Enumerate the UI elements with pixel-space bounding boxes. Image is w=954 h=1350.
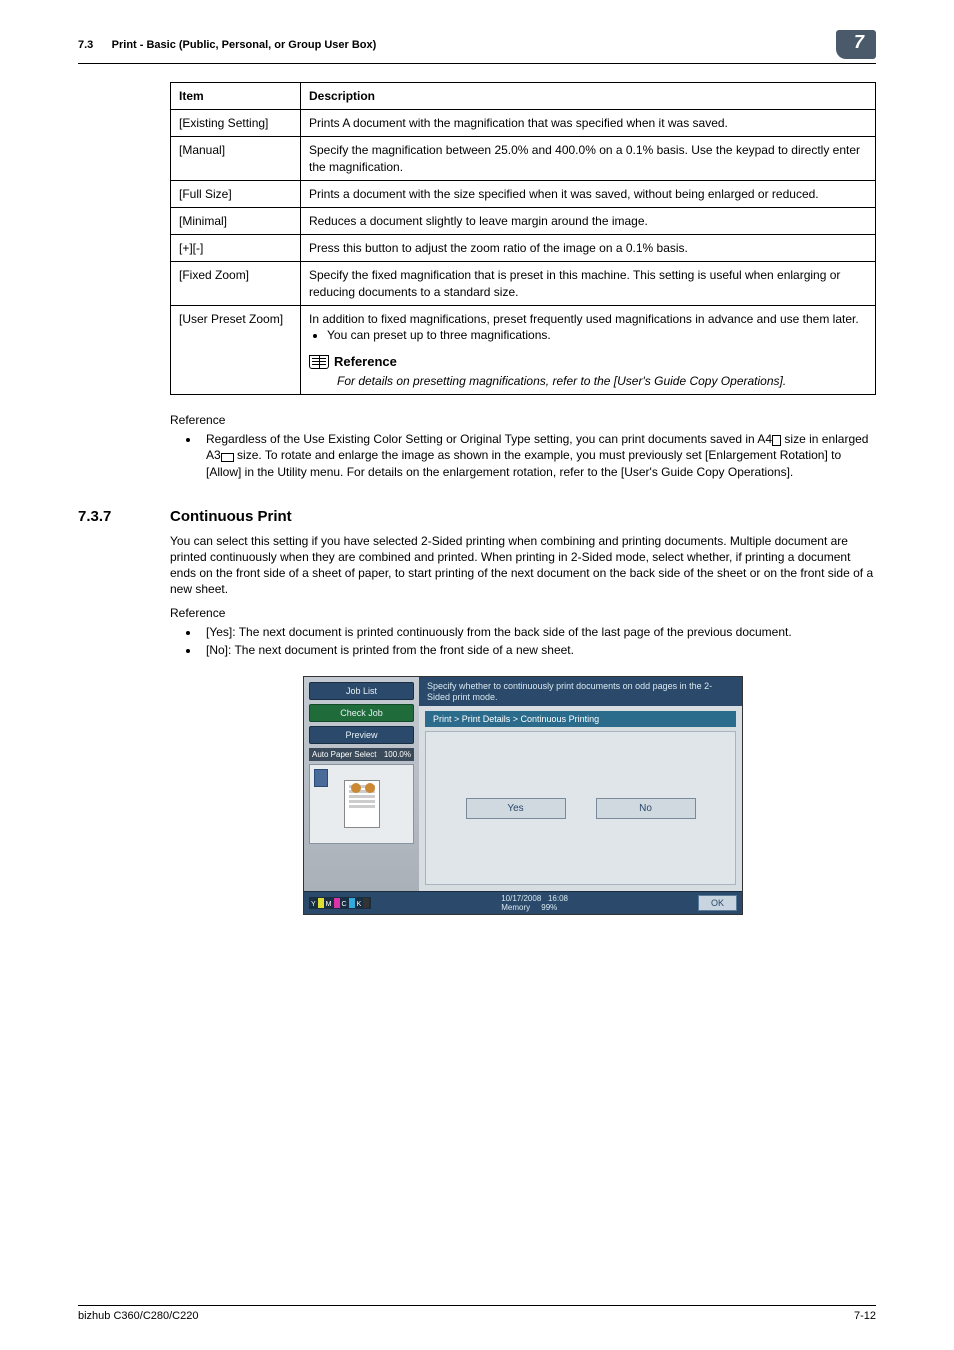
desc-bullet: You can preset up to three magnification… [327, 327, 867, 343]
reference-title: Reference [334, 353, 397, 371]
status-time: 16:08 [548, 894, 568, 903]
breadcrumb: Print > Print Details > Continuous Print… [425, 711, 736, 727]
table-row: [Full Size] Prints a document with the s… [171, 180, 876, 207]
status-center: 10/17/2008 16:08 Memory 99% [501, 894, 568, 912]
job-list-button[interactable]: Job List [309, 682, 414, 700]
desc-cell: Specify the magnification between 25.0% … [301, 137, 876, 180]
status-date: 10/17/2008 [501, 894, 541, 903]
stack-icon [314, 769, 328, 787]
reference-label: Reference [170, 413, 876, 427]
no-button[interactable]: No [596, 798, 696, 819]
desc-text: In addition to fixed magnifications, pre… [309, 312, 859, 326]
item-cell: [Existing Setting] [171, 110, 301, 137]
book-icon [309, 355, 329, 369]
item-cell: [Fixed Zoom] [171, 262, 301, 305]
table-row: [Manual] Specify the magnification betwe… [171, 137, 876, 180]
page-header: 7.3 Print - Basic (Public, Personal, or … [78, 30, 876, 64]
reference-item: Regardless of the Use Existing Color Set… [200, 431, 876, 480]
desc-cell: Specify the fixed magnification that is … [301, 262, 876, 305]
screenshot-sidebar: Job List Check Job Preview Auto Paper Se… [304, 677, 419, 891]
main-options-area: Yes No [425, 731, 736, 884]
portrait-icon [772, 435, 781, 446]
table-row: [Fixed Zoom] Specify the fixed magnifica… [171, 262, 876, 305]
zoom-settings-table: Item Description [Existing Setting] Prin… [170, 82, 876, 395]
item-cell: [Minimal] [171, 207, 301, 234]
table-header-item: Item [171, 83, 301, 110]
chapter-number-badge: 7 [836, 30, 876, 59]
header-section-number: 7.3 [78, 39, 93, 51]
yes-button[interactable]: Yes [466, 798, 566, 819]
memory-label: Memory [501, 903, 530, 912]
section-body: You can select this setting if you have … [170, 533, 876, 598]
reference-body: For details on presetting magnifications… [337, 373, 867, 389]
table-row: [Existing Setting] Prints A document wit… [171, 110, 876, 137]
desc-cell: Press this button to adjust the zoom rat… [301, 235, 876, 262]
section-title: Continuous Print [170, 508, 292, 525]
item-cell: [User Preset Zoom] [171, 305, 301, 395]
auto-paper-label: Auto Paper Select 100.0% [309, 748, 414, 761]
check-job-button[interactable]: Check Job [309, 704, 414, 722]
landscape-icon [221, 453, 234, 462]
header-section-title: Print - Basic (Public, Personal, or Grou… [112, 39, 377, 51]
device-screenshot: Job List Check Job Preview Auto Paper Se… [303, 676, 743, 915]
reference-list: Regardless of the Use Existing Color Set… [200, 431, 876, 480]
screenshot-footer: Y M C K 10/17/2008 16:08 Memory 99% OK [304, 891, 742, 914]
footer-model: bizhub C360/C280/C220 [78, 1310, 198, 1322]
header-section-label: 7.3 Print - Basic (Public, Personal, or … [78, 39, 376, 51]
reference-label: Reference [170, 606, 876, 620]
section-number: 7.3.7 [78, 508, 148, 525]
table-row: [Minimal] Reduces a document slightly to… [171, 207, 876, 234]
preview-button[interactable]: Preview [309, 726, 414, 744]
ok-button[interactable]: OK [698, 895, 737, 911]
inline-reference: Reference For details on presetting magn… [309, 353, 867, 389]
section-heading: 7.3.7 Continuous Print [78, 508, 876, 525]
reference-item: [No]: The next document is printed from … [200, 642, 876, 658]
table-header-description: Description [301, 83, 876, 110]
item-cell: [+][-] [171, 235, 301, 262]
preview-thumbnail [309, 764, 414, 844]
footer-page-number: 7-12 [854, 1310, 876, 1322]
desc-cell: Reduces a document slightly to leave mar… [301, 207, 876, 234]
reference-list: [Yes]: The next document is printed cont… [200, 624, 876, 658]
toner-levels: Y M C K [309, 897, 371, 909]
table-row: [User Preset Zoom] In addition to fixed … [171, 305, 876, 395]
desc-cell: Prints A document with the magnification… [301, 110, 876, 137]
table-row: [+][-] Press this button to adjust the z… [171, 235, 876, 262]
item-cell: [Full Size] [171, 180, 301, 207]
desc-cell: Prints a document with the size specifie… [301, 180, 876, 207]
memory-value: 99% [541, 903, 557, 912]
desc-cell: In addition to fixed magnifications, pre… [301, 305, 876, 395]
reference-item: [Yes]: The next document is printed cont… [200, 624, 876, 640]
instruction-text: Specify whether to continuously print do… [419, 677, 742, 707]
item-cell: [Manual] [171, 137, 301, 180]
page-footer: bizhub C360/C280/C220 7-12 [78, 1305, 876, 1322]
